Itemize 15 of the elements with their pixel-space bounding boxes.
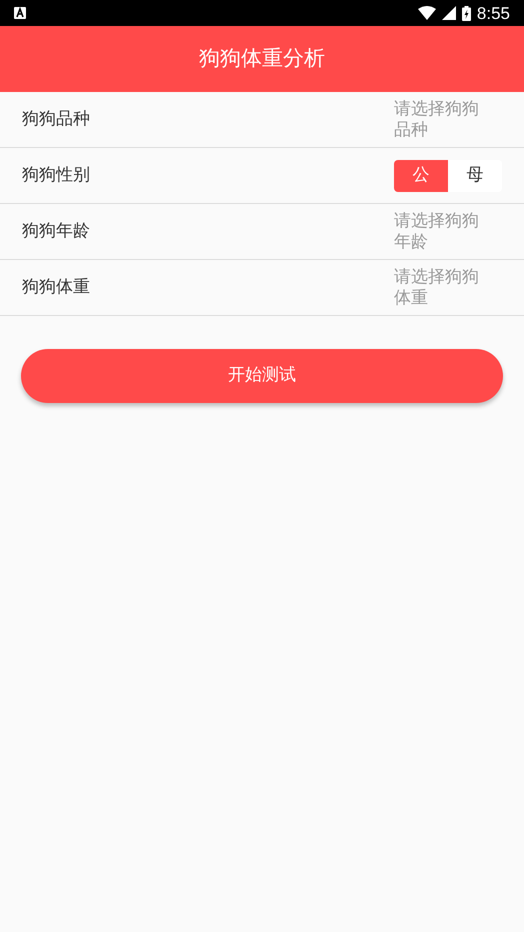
field-label: 狗狗品种	[22, 108, 90, 131]
app-title: 狗狗体重分析	[199, 45, 325, 72]
battery-icon	[462, 6, 471, 20]
field-label: 狗狗体重	[22, 276, 90, 299]
signal-icon	[442, 6, 456, 20]
picker-field[interactable]: 请选择狗狗品种	[394, 98, 502, 140]
field-label: 狗狗年龄	[22, 220, 90, 243]
field-label: 狗狗性别	[22, 164, 90, 187]
notification-icon	[14, 7, 26, 19]
start-button[interactable]: 开始测试	[21, 349, 503, 403]
picker-field[interactable]: 请选择狗狗年龄	[394, 210, 502, 252]
gender-option[interactable]: 公	[394, 160, 448, 192]
wifi-icon	[418, 6, 436, 20]
picker-field[interactable]: 请选择狗狗体重	[394, 266, 502, 308]
status-time: 8:55	[476, 4, 510, 22]
